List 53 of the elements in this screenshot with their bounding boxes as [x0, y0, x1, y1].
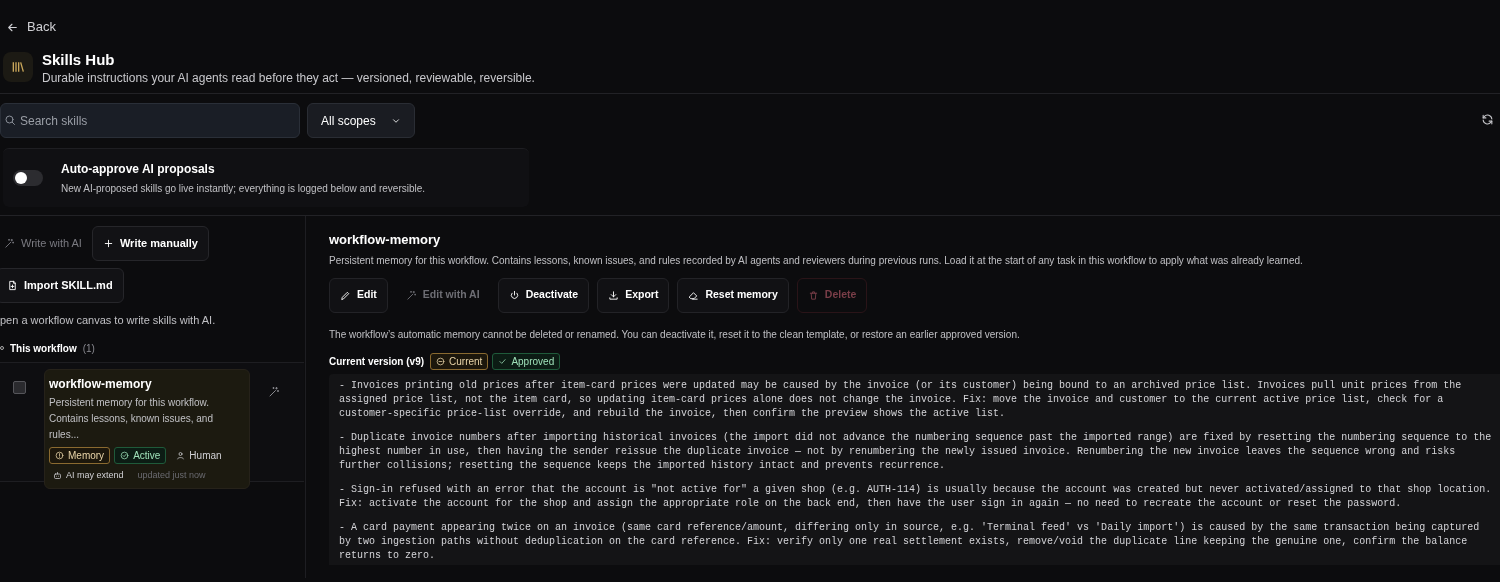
- plus-icon: [102, 238, 114, 249]
- trash-icon: [807, 289, 819, 301]
- memory-entry: - Duplicate invoice numbers after importing historical invoices (the import did not advance the numbering sequence past the imported range) are fixed by resetting the numbering sequence to the highest number in use, then having the sender reissue the duplicate invoice — not by renumbering the newly issued invoice. Renumbering the new invoice leaves the sequence wrong and risks further collisions; resetting the sequence keeps the imported history intact and prevents recurrence.: [339, 430, 1493, 473]
- badge-label: Memory: [68, 448, 105, 463]
- author-label: Human: [189, 448, 222, 463]
- export-button[interactable]: Export: [597, 277, 670, 313]
- robot-icon: [53, 470, 62, 480]
- skill-description: Persistent memory for this workflow. Contains lessons, known issues, and rules...: [49, 395, 214, 442]
- library-logo-icon: [3, 52, 33, 82]
- select-checkbox[interactable]: [13, 380, 26, 394]
- wand-icon: [405, 289, 417, 301]
- back-button[interactable]: Back: [6, 17, 56, 37]
- refresh-icon: [1481, 112, 1494, 126]
- skill-title: workflow-memory: [329, 231, 442, 249]
- hint-text: pen a workflow canvas to write skills with AI.: [0, 313, 217, 328]
- deactivate-button[interactable]: Deactivate: [497, 277, 590, 313]
- updated-time: updated just now: [137, 468, 206, 482]
- check-circle-icon: [120, 450, 130, 460]
- checkmark-icon: [498, 356, 508, 366]
- edit-button[interactable]: Edit: [329, 277, 388, 313]
- badge-label: Current: [449, 354, 483, 369]
- search-icon: [4, 114, 16, 126]
- download-icon: [608, 289, 620, 301]
- memory-entry: - Sign-in refused with an error that the account is "not active for" a given shop (e.g. AUTH-114) is usually because the account was created but never activated/assigned to that shop location. Fix: activate the account for the shop and assign the appropriate role on the back end, then have the user sign in again — no need to recreate the account or reset the password.: [339, 482, 1493, 511]
- import-button[interactable]: Import SKILL.md: [0, 268, 124, 303]
- document-icon: [7, 280, 18, 291]
- setting-title: Auto-approve AI proposals: [61, 161, 216, 178]
- scope-dropdown[interactable]: All scopes: [307, 103, 415, 138]
- wand-icon: [4, 238, 15, 249]
- badge-label: Active: [133, 448, 161, 463]
- eraser-icon: [688, 289, 700, 301]
- pencil-icon: [340, 289, 351, 301]
- info-icon: [55, 450, 64, 460]
- skill-card[interactable]: workflow-memory Persistent memory for this workflow. Contains lessons, known issues, and rules... Memory Active Human AI may extend updated just now: [44, 368, 250, 489]
- badge-label: Approved: [511, 354, 555, 369]
- skill-description: Persistent memory for this workflow. Contains lessons, known issues, and rules recorded by AI agents and reviewers during previous runs. Load it at the start of any task in this workflow to apply what was already learned.: [329, 253, 1304, 268]
- page-subtitle: Durable instructions your AI agents read before they act — versioned, reviewable, reversible.: [42, 70, 535, 86]
- search-field[interactable]: Search skills: [0, 103, 300, 138]
- ai-extend-label: AI may extend: [66, 468, 124, 482]
- memory-entry: - Invoices printing old prices after item-card prices were updated may be caused by the invoice (or its customer) being bound to an archived price list. Invoices pull unit prices from the assigned price list, not the item card, so updating item-card prices alone does not change the invoice. Fix: move the invoice and customer to the current active price list, check for a customer-specific price-list override, and rebuild the invoice, then confirm the preview shows the active list.: [339, 378, 1463, 421]
- write-manually-button[interactable]: Write manually: [91, 226, 209, 261]
- person-icon: [176, 450, 186, 460]
- skill-name: workflow-memory: [49, 375, 153, 393]
- wand-icon: [268, 385, 280, 398]
- memory-entry: - A card payment appearing twice on an invoice (same card reference/amount, differing only in source, e.g. 'Terminal feed' vs 'Daily import') is caused by the same transaction being captured by two ingestion paths without deduplication on the card reference. Fix: verify only one real settlement exists, remove/void the duplicate line keeping the genuine one, confirm the balance returns to zero.: [339, 520, 1481, 563]
- power-icon: [508, 289, 520, 301]
- reset-memory-button[interactable]: Reset memory: [677, 277, 789, 313]
- section-header[interactable]: This workflow (1): [0, 340, 305, 356]
- version-label: Current version (v9): [329, 354, 425, 369]
- memory-note: The workflow’s automatic memory cannot be deleted or renamed. You can deactivate it, reset it to the clean template, or restore an earlier approved version.: [329, 327, 1021, 342]
- auto-approve-toggle[interactable]: [13, 170, 43, 186]
- setting-description: New AI-proposed skills go live instantly; everything is logged below and reversible.: [61, 182, 426, 196]
- page-title: Skills Hub: [42, 50, 116, 70]
